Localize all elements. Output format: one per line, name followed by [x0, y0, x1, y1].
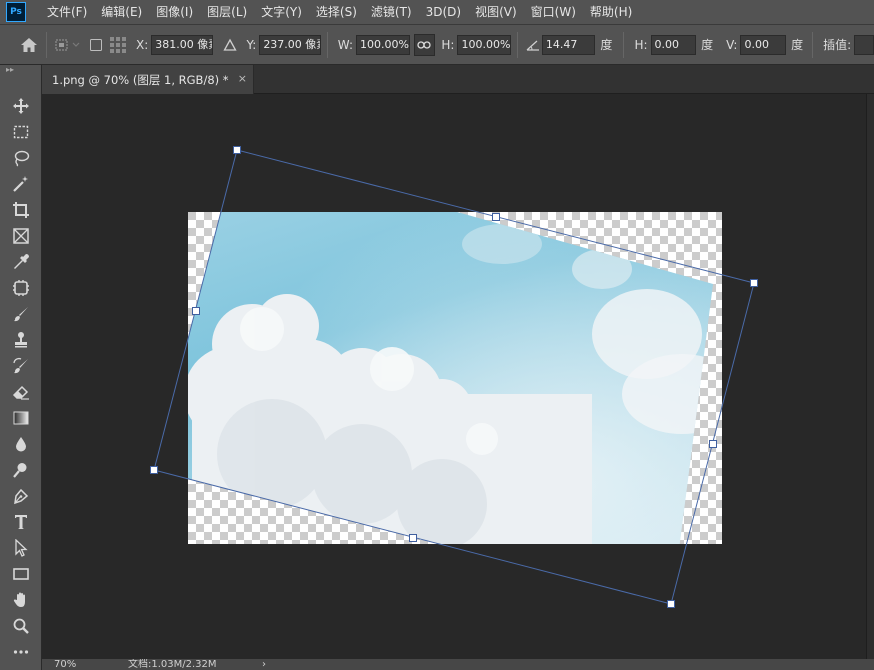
panel-collapse-icon[interactable]: ▸▸: [0, 65, 41, 75]
magic-wand-tool-icon[interactable]: [9, 172, 33, 196]
healing-brush-tool-icon[interactable]: [9, 276, 33, 300]
divider: [623, 31, 625, 58]
reference-grid-icon[interactable]: [106, 34, 130, 56]
hand-tool-icon[interactable]: [9, 588, 33, 612]
skew-v-label: V:: [726, 37, 738, 52]
menu-layer[interactable]: 图层(L): [200, 0, 254, 25]
document-canvas[interactable]: [42, 94, 866, 659]
transform-handle-top[interactable]: [492, 213, 500, 221]
divider: [812, 31, 814, 58]
reference-point-icon[interactable]: [51, 34, 85, 56]
document-tab-bar: 1.png @ 70% (图层 1, RGB/8) * ×: [42, 65, 874, 94]
vertical-scrollbar[interactable]: [866, 94, 874, 659]
x-label: X:: [136, 37, 149, 52]
marquee-tool-icon[interactable]: [9, 120, 33, 144]
angle-unit: 度: [600, 38, 613, 52]
status-bar: 70% 文档:1.03M/2.32M ›: [42, 659, 874, 670]
transform-handle-top-right[interactable]: [750, 279, 758, 287]
history-brush-tool-icon[interactable]: [9, 354, 33, 378]
document-tab[interactable]: 1.png @ 70% (图层 1, RGB/8) * ×: [42, 65, 254, 94]
x-position-field[interactable]: 381.00 像素: [151, 34, 213, 55]
height-field[interactable]: 100.00%: [457, 34, 512, 55]
pen-tool-icon[interactable]: [9, 484, 33, 508]
clone-stamp-tool-icon[interactable]: [9, 328, 33, 352]
y-label: Y:: [246, 37, 257, 52]
skew-h-label: H:: [634, 37, 648, 52]
options-bar: X: 381.00 像素 Y: 237.00 像素 W: 100.00% H: …: [0, 25, 874, 65]
menu-file[interactable]: 文件(F): [40, 0, 94, 25]
document-info: 文档:1.03M/2.32M: [128, 659, 217, 670]
menu-type[interactable]: 文字(Y): [254, 0, 309, 25]
status-menu-arrow[interactable]: ›: [262, 659, 266, 670]
transform-handle-right[interactable]: [709, 440, 717, 448]
menu-image[interactable]: 图像(I): [149, 0, 200, 25]
menu-help[interactable]: 帮助(H): [583, 0, 639, 25]
y-position-field[interactable]: 237.00 像素: [259, 34, 321, 55]
interpolation-label[interactable]: 插值:: [823, 36, 851, 53]
transform-handle-bottom-right[interactable]: [667, 600, 675, 608]
brush-tool-icon[interactable]: [9, 302, 33, 326]
menu-view[interactable]: 视图(V): [468, 0, 524, 25]
path-selection-tool-icon[interactable]: [9, 536, 33, 560]
canvas-area[interactable]: [42, 94, 866, 659]
home-icon[interactable]: [16, 34, 42, 56]
divider: [517, 31, 519, 58]
skew-v-field[interactable]: 0.00: [740, 34, 787, 55]
close-icon[interactable]: ×: [238, 73, 247, 85]
menu-edit[interactable]: 编辑(E): [94, 0, 149, 25]
reference-checkbox[interactable]: [86, 34, 106, 56]
divider: [45, 31, 47, 58]
menu-select[interactable]: 选择(S): [309, 0, 364, 25]
menu-3d[interactable]: 3D(D): [419, 0, 468, 25]
menu-bar: Ps 文件(F) 编辑(E) 图像(I) 图层(L) 文字(Y) 选择(S) 滤…: [0, 0, 874, 25]
skew-v-unit: 度: [791, 38, 804, 52]
blur-tool-icon[interactable]: [9, 432, 33, 456]
type-tool-icon[interactable]: [9, 510, 33, 534]
photoshop-logo[interactable]: Ps: [6, 2, 26, 22]
zoom-level[interactable]: 70%: [54, 659, 76, 670]
rectangle-tool-icon[interactable]: [9, 562, 33, 586]
height-label: H:: [441, 37, 455, 52]
link-icon[interactable]: [413, 33, 436, 56]
angle-icon: [524, 34, 542, 56]
rotation-angle-field[interactable]: 14.47: [541, 34, 596, 55]
skew-h-unit: 度: [701, 38, 714, 52]
document-tab-title: 1.png @ 70% (图层 1, RGB/8) *: [52, 72, 229, 87]
skew-h-field[interactable]: 0.00: [650, 34, 697, 55]
interpolation-select[interactable]: [854, 34, 874, 55]
width-field[interactable]: 100.00%: [356, 34, 410, 55]
transform-handle-left[interactable]: [192, 307, 200, 315]
transform-handle-bottom[interactable]: [409, 534, 417, 542]
width-label: W:: [337, 37, 354, 52]
menu-window[interactable]: 窗口(W): [524, 0, 583, 25]
zoom-tool-icon[interactable]: [9, 614, 33, 638]
divider: [326, 31, 328, 58]
menu-filter[interactable]: 滤镜(T): [364, 0, 419, 25]
transform-handle-top-left[interactable]: [233, 146, 241, 154]
move-tool-icon[interactable]: [9, 94, 33, 118]
tools-panel: ▸▸: [0, 65, 42, 670]
dodge-tool-icon[interactable]: [9, 458, 33, 482]
eyedropper-tool-icon[interactable]: [9, 250, 33, 274]
crop-tool-icon[interactable]: [9, 198, 33, 222]
transform-handle-bottom-left[interactable]: [150, 466, 158, 474]
more-tools-icon[interactable]: [9, 640, 33, 664]
gradient-tool-icon[interactable]: [9, 406, 33, 430]
lasso-tool-icon[interactable]: [9, 146, 33, 170]
eraser-tool-icon[interactable]: [9, 380, 33, 404]
frame-tool-icon[interactable]: [9, 224, 33, 248]
relative-position-icon[interactable]: [219, 34, 241, 56]
